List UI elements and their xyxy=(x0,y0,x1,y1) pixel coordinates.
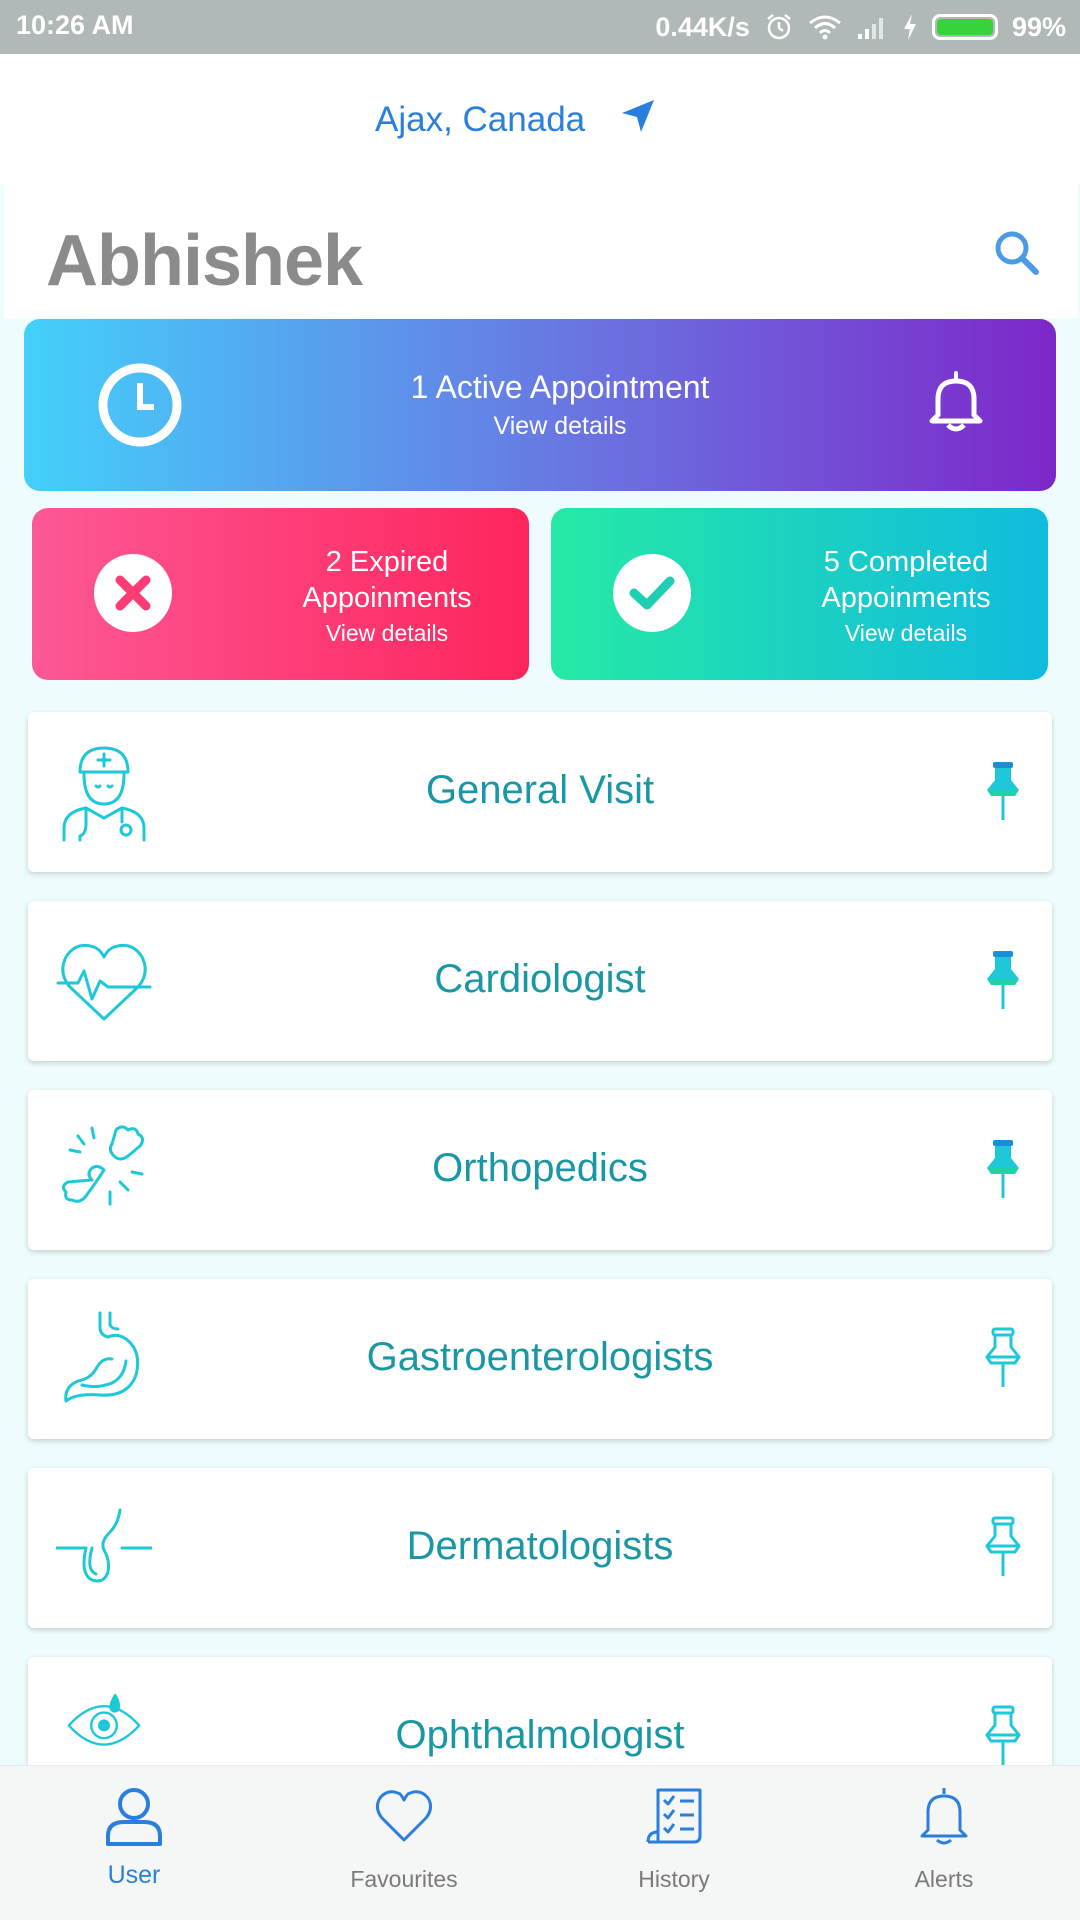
specialty-item-orthopedics[interactable]: Orthopedics xyxy=(28,1090,1052,1250)
nav-label: Alerts xyxy=(914,1866,974,1892)
specialty-label: Gastroenterologists xyxy=(366,1335,714,1379)
completed-icon-circle xyxy=(613,554,691,632)
specialty-label: Dermatologists xyxy=(406,1524,674,1568)
status-bar: 10:26 AM 0.44K/s 99% xyxy=(0,0,1080,54)
nav-alerts[interactable]: Alerts xyxy=(844,1766,1044,1920)
signal-icon xyxy=(857,18,883,39)
completed-line1: 5 Completed xyxy=(823,546,989,578)
alarm-icon xyxy=(767,14,791,40)
specialty-item-dermatologists[interactable]: Dermatologists xyxy=(28,1468,1052,1628)
battery-percent: 99% xyxy=(1011,11,1066,42)
specialty-item-gastroenterologists[interactable]: Gastroenterologists xyxy=(28,1279,1052,1439)
nav-history[interactable]: History xyxy=(574,1766,774,1920)
pin-outline-icon[interactable] xyxy=(984,1516,1022,1578)
specialty-item-ophthalmologist[interactable]: Ophthalmologist xyxy=(28,1657,1052,1765)
status-time: 10:26 AM xyxy=(16,10,134,40)
pin-outline-icon[interactable] xyxy=(984,1705,1022,1767)
charging-icon xyxy=(903,14,916,40)
bell-icon xyxy=(920,1788,968,1845)
user-name: Abhishek xyxy=(46,221,363,301)
completed-appointments-card[interactable]: 5 Completed Appoinments View details xyxy=(551,508,1048,680)
nav-label: History xyxy=(638,1866,710,1892)
expired-appointments-card[interactable]: 2 Expired Appoinments View details xyxy=(32,508,529,680)
pin-outline-icon[interactable] xyxy=(984,1327,1022,1389)
search-icon[interactable] xyxy=(992,228,1042,278)
specialty-label: General Visit xyxy=(425,768,655,812)
user-icon xyxy=(106,1788,162,1846)
location-text[interactable]: Ajax, Canada xyxy=(375,100,585,140)
active-view-details-link[interactable]: View details xyxy=(64,412,1056,441)
bottom-navigation: User Favourites History Alerts xyxy=(0,1765,1080,1920)
checklist-icon xyxy=(646,1788,702,1844)
bell-icon[interactable] xyxy=(926,369,986,433)
completed-line2: Appoinments xyxy=(821,582,991,614)
expired-icon-circle xyxy=(94,554,172,632)
battery-icon xyxy=(931,14,998,40)
header-bar: Abhishek xyxy=(4,184,1078,318)
active-appointment-card[interactable]: 1 Active Appointment View details xyxy=(24,319,1056,491)
completed-view-details-link[interactable]: View details xyxy=(781,616,1031,650)
specialty-item-general-visit[interactable]: General Visit xyxy=(28,712,1052,872)
location-bar: Ajax, Canada xyxy=(0,54,1080,184)
completed-text: 5 Completed Appoinments View details xyxy=(781,544,1031,650)
nav-label: Favourites xyxy=(350,1866,458,1892)
status-right: 0.44K/s 99% xyxy=(655,8,1066,46)
heart-icon xyxy=(375,1790,433,1842)
pin-filled-icon[interactable] xyxy=(984,760,1022,822)
pin-filled-icon[interactable] xyxy=(984,1138,1022,1200)
specialty-label: Cardiologist xyxy=(434,957,646,1001)
expired-line1: 2 Expired xyxy=(325,546,449,578)
nav-user[interactable]: User xyxy=(34,1766,234,1920)
active-appointment-text: 1 Active Appointment View details xyxy=(24,369,1056,441)
checkmark-icon xyxy=(629,576,675,610)
specialty-label: Orthopedics xyxy=(432,1146,648,1190)
specialty-label: Ophthalmologist xyxy=(395,1713,685,1757)
network-speed: 0.44K/s xyxy=(655,11,750,42)
pin-filled-icon[interactable] xyxy=(984,949,1022,1011)
close-x-icon xyxy=(115,575,151,611)
expired-view-details-link[interactable]: View details xyxy=(262,616,512,650)
nav-label: User xyxy=(107,1861,161,1889)
expired-text: 2 Expired Appoinments View details xyxy=(262,544,512,650)
active-appointment-title: 1 Active Appointment xyxy=(410,369,710,405)
wifi-icon xyxy=(809,15,841,40)
navigation-arrow-icon[interactable] xyxy=(620,98,656,134)
expired-line2: Appoinments xyxy=(302,582,472,614)
specialty-item-cardiologist[interactable]: Cardiologist xyxy=(28,901,1052,1061)
battery-fill xyxy=(936,19,993,35)
nav-favourites[interactable]: Favourites xyxy=(304,1766,504,1920)
